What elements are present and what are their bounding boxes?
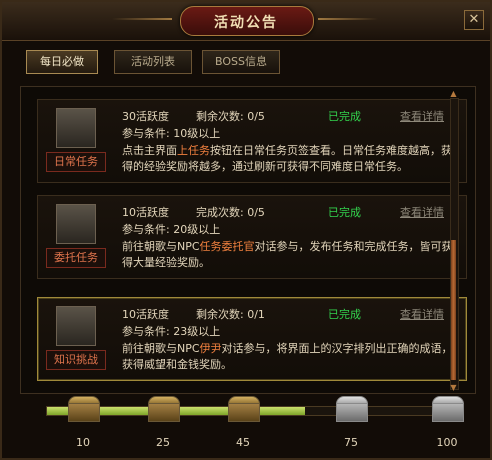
- tab-activity-list[interactable]: 活动列表: [114, 50, 192, 74]
- activity-points: 10活跃度: [122, 308, 169, 321]
- completed-status: 已完成: [328, 110, 361, 123]
- participation-condition: 参与条件: 10级以上: [122, 127, 221, 140]
- activity-entry-commission-task: 委托任务 10活跃度 完成次数: 0/5 已完成 查看详情 参与条件: 20级以…: [37, 195, 467, 279]
- treasure-chest-icon[interactable]: [432, 396, 464, 422]
- tab-daily-must-do[interactable]: 每日必做: [26, 50, 98, 74]
- activity-entry-daily-task: 日常任务 30活跃度 剩余次数: 0/5 已完成 查看详情 参与条件: 10级以…: [37, 99, 467, 183]
- milestone-label: 45: [236, 436, 250, 449]
- activity-entry-knowledge-challenge: 知识挑战 10活跃度 剩余次数: 0/1 已完成 查看详情 参与条件: 23级以…: [37, 297, 467, 381]
- treasure-chest-icon[interactable]: [336, 396, 368, 422]
- activity-points: 30活跃度: [122, 110, 169, 123]
- scroll-bundle-icon: [56, 108, 96, 148]
- arrow-down-icon[interactable]: ▼: [449, 384, 458, 392]
- milestone-label: 100: [436, 436, 458, 449]
- npc-link[interactable]: 上任务: [177, 144, 210, 157]
- activity-count: 剩余次数: 0/1: [196, 308, 265, 321]
- activity-name[interactable]: 委托任务: [46, 248, 106, 268]
- activity-description: 前往朝歌与NPC伊尹对话参与，将界面上的汉字排列出正确的成语，获得威望和金钱奖励…: [122, 342, 453, 371]
- treasure-chest-icon[interactable]: [148, 396, 180, 422]
- close-icon: ✕: [468, 12, 480, 27]
- view-details-link[interactable]: 查看详情: [400, 108, 444, 124]
- chest-body: [148, 403, 180, 422]
- scroll-paper-icon: [56, 306, 96, 346]
- activity-name[interactable]: 知识挑战: [46, 350, 106, 370]
- milestone-label: 75: [344, 436, 358, 449]
- completed-status: 已完成: [328, 206, 361, 219]
- window-title: 活动公告: [214, 15, 278, 31]
- chest-body: [336, 403, 368, 422]
- activity-count: 剩余次数: 0/5: [196, 110, 265, 123]
- activity-points: 10活跃度: [122, 206, 169, 219]
- title-ornament-left: [112, 18, 172, 20]
- participation-condition: 参与条件: 20级以上: [122, 223, 221, 236]
- milestone-label: 25: [156, 436, 170, 449]
- skull-banner-icon: [56, 204, 96, 244]
- view-details-link[interactable]: 查看详情: [400, 204, 444, 220]
- chest-body: [228, 403, 260, 422]
- activity-name[interactable]: 日常任务: [46, 152, 106, 172]
- activity-description: 点击主界面上任务按钮在日常任务页签查看。日常任务难度越高，获得的经验奖励将越多，…: [122, 144, 452, 173]
- treasure-chest-icon[interactable]: [68, 396, 100, 422]
- arrow-up-icon[interactable]: ▲: [449, 90, 458, 98]
- title-ornament-right: [318, 18, 378, 20]
- treasure-chest-icon[interactable]: [228, 396, 260, 422]
- tab-boss-info[interactable]: BOSS信息: [202, 50, 280, 74]
- close-button[interactable]: ✕: [464, 10, 484, 30]
- activity-list-panel: 日常任务 30活跃度 剩余次数: 0/5 已完成 查看详情 参与条件: 10级以…: [20, 86, 476, 394]
- activity-count: 完成次数: 0/5: [196, 206, 265, 219]
- participation-condition: 参与条件: 23级以上: [122, 325, 221, 338]
- npc-link[interactable]: 伊尹: [200, 342, 222, 355]
- chest-body: [68, 403, 100, 422]
- scrollbar-thumb[interactable]: [451, 240, 456, 380]
- view-details-link[interactable]: 查看详情: [400, 306, 444, 322]
- milestone-label: 10: [76, 436, 90, 449]
- completed-status: 已完成: [328, 308, 361, 321]
- npc-link[interactable]: 任务委托官: [200, 240, 255, 253]
- activity-description: 前往朝歌与NPC任务委托官对话参与，发布任务和完成任务，皆可获得大量经验奖励。: [122, 240, 453, 269]
- activity-announcement-window: 活动公告 ✕ 每日必做 活动列表 BOSS信息 日常任务 30活跃度 剩余次数:…: [0, 0, 492, 460]
- chest-body: [432, 403, 464, 422]
- title-bar: 活动公告 ✕: [2, 2, 490, 41]
